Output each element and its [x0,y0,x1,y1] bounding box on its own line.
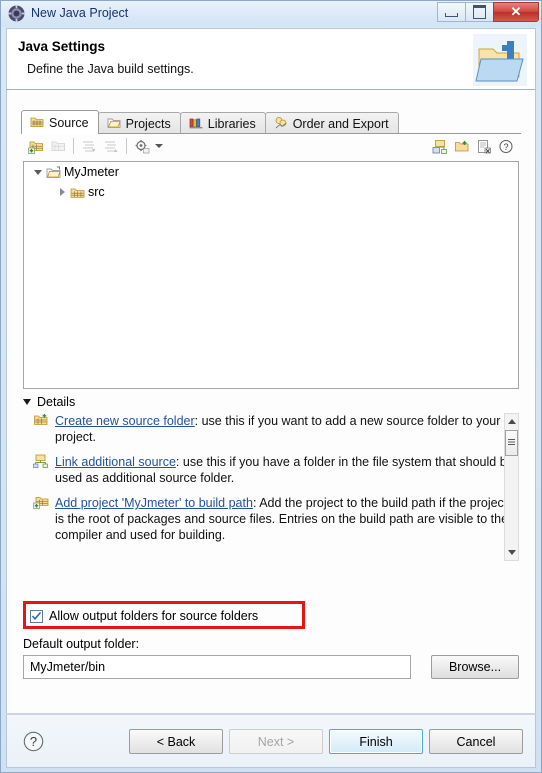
svg-text:?: ? [503,142,508,152]
close-icon: ✕ [510,4,522,19]
tree-expand-toggle-src[interactable] [56,188,68,196]
back-button[interactable]: < Back [129,729,223,754]
allow-output-folders-checkbox[interactable] [30,609,43,623]
check-icon [32,612,41,620]
detail-item: Add project 'MyJmeter' to build path: Ad… [31,495,519,543]
tree-expand-toggle[interactable] [32,169,44,175]
triangle-down-icon [507,550,516,555]
source-package-icon [68,186,86,199]
footer-buttons: < Back Next > Finish Cancel [129,729,523,754]
add-project-icon [33,495,50,510]
tab-projects-label: Projects [125,116,171,131]
chevron-down-icon[interactable] [155,144,163,148]
finish-button-label: Finish [359,734,393,749]
wizard-header: Java Settings Define the Java build sett… [6,28,536,90]
window-controls: ✕ [437,2,539,22]
dialog-window: New Java Project ✕ Java Settings Define … [0,0,542,773]
details-label: Details [37,395,76,409]
remove-folder-icon [47,136,69,156]
create-new-source-folder-link[interactable]: Create new source folder [55,414,195,428]
minimize-icon [445,12,458,17]
next-button: Next > [229,729,323,754]
configure-icon[interactable] [131,136,153,156]
finish-button[interactable]: Finish [329,729,423,754]
create-folder-icon[interactable] [451,136,473,156]
grip-icon [508,439,515,445]
tree-node-src[interactable]: src [24,182,518,202]
tab-bar: Source Projects Libraries Order and Expo… [21,110,399,134]
maximize-icon [473,5,486,19]
tree-node-label: MyJmeter [64,165,119,179]
tab-order-and-export[interactable]: Order and Export [264,112,399,134]
cancel-button[interactable]: Cancel [429,729,523,754]
triangle-down-icon [23,399,31,405]
default-output-folder-label: Default output folder: [23,637,140,651]
expand-all-icon [78,136,100,156]
project-folder-icon [44,166,62,179]
details-section-toggle[interactable]: Details [23,395,75,409]
minimize-button[interactable] [437,2,466,22]
scroll-down-button[interactable] [505,545,518,560]
maximize-button[interactable] [465,2,494,22]
scrollbar-thumb[interactable] [505,430,518,456]
source-folder-icon [30,115,44,131]
triangle-up-icon [507,419,516,424]
source-folders-tree[interactable]: MyJmeter src [23,161,519,389]
help-icon[interactable]: ? [495,136,517,156]
link-source-icon[interactable] [429,136,451,156]
link-additional-source-link[interactable]: Link additional source [55,455,176,469]
back-button-label: < Back [156,734,196,749]
java-settings-folder-icon [471,33,529,87]
tree-node-myjmeter[interactable]: MyJmeter [24,162,518,182]
svg-text:?: ? [30,734,37,749]
tab-projects[interactable]: Projects [97,112,181,134]
tab-order-and-export-label: Order and Export [292,116,389,131]
cancel-button-label: Cancel [456,734,496,749]
order-export-icon [274,116,288,132]
scroll-up-button[interactable] [505,414,518,429]
source-tab-panel: ? MyJmeter src Details Create new source… [21,133,521,714]
tab-source[interactable]: Source [21,110,99,134]
detail-item: Link additional source: use this if you … [31,454,519,486]
source-toolbar: ? [21,134,521,158]
tab-libraries-label: Libraries [207,116,256,131]
dialog-footer: ? < Back Next > Finish Cancel [6,714,536,768]
add-project-to-build-path-link[interactable]: Add project 'MyJmeter' to build path [55,496,253,510]
create-source-folder-icon [33,413,50,428]
close-button[interactable]: ✕ [493,2,539,22]
details-content: Create new source folder: use this if yo… [31,413,519,561]
window-title: New Java Project [31,6,129,20]
page-title: Java Settings [18,39,106,54]
title-bar[interactable]: New Java Project ✕ [1,1,541,27]
allow-output-folders-label: Allow output folders for source folders [49,609,259,623]
help-button[interactable]: ? [23,731,44,752]
details-scrollbar[interactable] [504,413,519,561]
default-output-folder-input[interactable]: MyJmeter/bin [23,655,411,679]
toolbar-separator-2 [126,138,127,154]
allow-output-folders-row[interactable]: Allow output folders for source folders [30,609,258,623]
browse-button-label: Browse... [448,660,502,674]
default-output-folder-value: MyJmeter/bin [30,660,106,674]
browse-button[interactable]: Browse... [431,655,519,679]
detail-item: Create new source folder: use this if yo… [31,413,519,445]
edit-filters-icon[interactable] [473,136,495,156]
tab-source-label: Source [49,115,89,130]
tab-libraries[interactable]: Libraries [179,112,266,134]
projects-icon [107,116,121,132]
toolbar-separator [73,138,74,154]
tree-node-label: src [88,185,105,199]
libraries-icon [189,116,203,132]
next-button-label: Next > [257,734,295,749]
add-folder-icon[interactable] [25,136,47,156]
eclipse-icon [8,5,25,22]
link-source-icon [33,454,50,469]
collapse-all-icon [100,136,122,156]
wizard-body: Source Projects Libraries Order and Expo… [6,90,536,714]
page-subtitle: Define the Java build settings. [27,62,194,76]
